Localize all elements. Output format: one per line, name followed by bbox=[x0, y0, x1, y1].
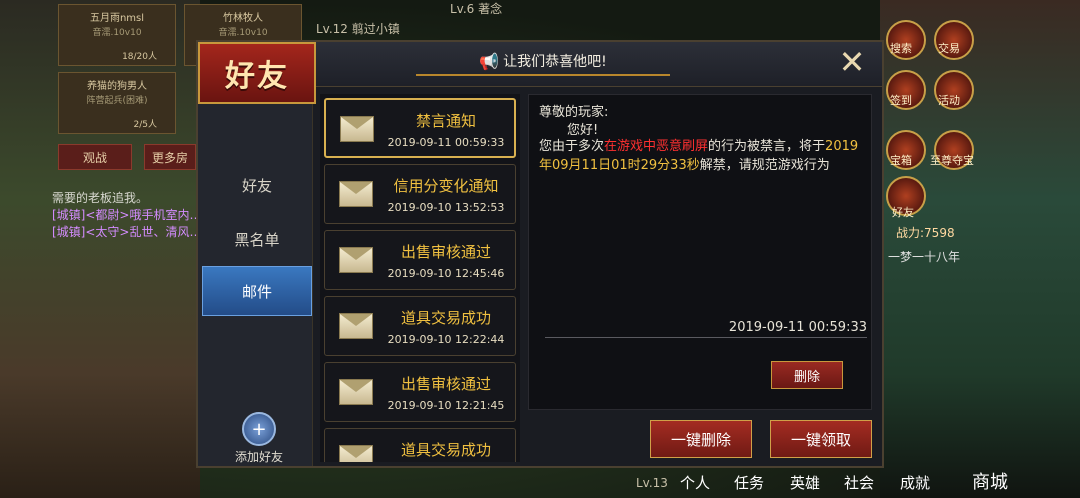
mail-date: 2019-09-10 13:52:53 bbox=[387, 201, 505, 214]
mail-title: 道具交易成功 bbox=[400, 309, 491, 327]
divider bbox=[545, 337, 867, 338]
mail-date: 2019-09-10 12:21:45 bbox=[387, 399, 505, 412]
mail-date: 2019-09-10 12:45:46 bbox=[387, 267, 505, 280]
player-name: 一梦一十八年 bbox=[888, 250, 961, 264]
chat-line: [城镇]<太守>乱世、清风… bbox=[52, 225, 202, 239]
nav-tasks[interactable]: 任务 bbox=[734, 472, 764, 493]
tab-mail[interactable]: 邮件 bbox=[202, 266, 312, 316]
mail-body-text: 的行为被禁言，将于 bbox=[708, 139, 826, 154]
right-icon-label: 活动 bbox=[938, 94, 960, 107]
player-tag: Lv.12 翦过小镇 bbox=[316, 22, 400, 36]
room-owner: 音濡.10v10 bbox=[218, 28, 268, 38]
envelope-icon bbox=[340, 116, 374, 142]
mail-dialog: 📢 让我们恭喜他吧! 好友 ✕ 好友 黑名单 邮件 + 添加好友 禁言通知 20… bbox=[196, 40, 884, 468]
mail-item[interactable]: 出售审核通过 2019-09-10 12:21:45 bbox=[324, 362, 516, 422]
tab-friends[interactable]: 好友 bbox=[202, 160, 312, 210]
delete-button[interactable]: 删除 bbox=[771, 361, 843, 389]
room-owner: 音濡.10v10 bbox=[92, 28, 142, 38]
mail-body-highlight: 在游戏中恶意刷屏 bbox=[604, 139, 709, 154]
right-icon-label: 好友 bbox=[892, 206, 914, 219]
envelope-icon bbox=[339, 313, 373, 339]
mail-title: 出售审核通过 bbox=[400, 375, 491, 393]
right-icon-label: 交易 bbox=[938, 42, 960, 55]
announcement-banner: 📢 让我们恭喜他吧! bbox=[416, 48, 670, 76]
dialog-title: 好友 bbox=[198, 42, 316, 104]
right-icon-label: 至尊夺宝 bbox=[930, 154, 974, 167]
level-text: Lv.13 bbox=[636, 476, 668, 490]
envelope-icon bbox=[339, 247, 373, 273]
nav-social[interactable]: 社会 bbox=[844, 472, 874, 493]
add-friend-label: 添加好友 bbox=[234, 450, 283, 464]
delete-all-button[interactable]: 一键删除 bbox=[650, 420, 752, 458]
nav-heroes[interactable]: 英雄 bbox=[790, 472, 820, 493]
player-tag: Lv.6 著念 bbox=[450, 2, 503, 16]
mail-body-text: 解禁，请规范游戏行为 bbox=[699, 158, 830, 173]
room-name: 养猫的狗男人 bbox=[87, 81, 147, 92]
nav-achievements[interactable]: 成就 bbox=[900, 472, 930, 493]
mail-item[interactable]: 道具交易成功 bbox=[324, 428, 516, 462]
chat-log: 需要的老板追我。 [城镇]<都尉>哦手机室内… [城镇]<太守>乱世、清风… bbox=[52, 190, 201, 241]
nav-shop[interactable]: 商城 bbox=[972, 468, 1008, 494]
tab-blacklist[interactable]: 黑名单 bbox=[202, 214, 312, 264]
room-name: 五月雨nmsl bbox=[89, 13, 145, 24]
chat-line: 需要的老板追我。 bbox=[52, 191, 149, 205]
mail-item[interactable]: 道具交易成功 2019-09-10 12:22:44 bbox=[324, 296, 516, 356]
envelope-icon bbox=[339, 445, 373, 462]
room-count: 2/5人 bbox=[133, 120, 158, 130]
chat-line: [城镇]<都尉>哦手机室内… bbox=[52, 208, 202, 222]
speaker-icon: 📢 bbox=[479, 51, 500, 71]
mail-title: 禁言通知 bbox=[415, 112, 476, 130]
mail-date: 2019-09-10 12:22:44 bbox=[387, 333, 505, 346]
mail-item[interactable]: 禁言通知 2019-09-11 00:59:33 bbox=[324, 98, 516, 158]
envelope-icon bbox=[339, 181, 373, 207]
mail-content: 尊敬的玩家: 您好! 您由于多次在游戏中恶意刷屏的行为被禁言，将于2019年09… bbox=[528, 94, 872, 410]
announcement-text: 让我们恭喜他吧! bbox=[503, 54, 607, 70]
mail-greeting: 尊敬的玩家: bbox=[539, 105, 609, 120]
room-owner: 阵营起兵(困难) bbox=[86, 96, 148, 106]
room-card[interactable]: 五月雨nmsl 音濡.10v10 18/20人 bbox=[58, 4, 176, 66]
right-icon-label: 搜索 bbox=[890, 42, 912, 55]
mail-body: 您由于多次在游戏中恶意刷屏的行为被禁言，将于2019年09月11日01时29分3… bbox=[539, 137, 865, 175]
mail-item[interactable]: 出售审核通过 2019-09-10 12:45:46 bbox=[324, 230, 516, 290]
mail-title: 信用分变化通知 bbox=[393, 177, 499, 195]
mail-title: 道具交易成功 bbox=[400, 441, 491, 459]
claim-all-button[interactable]: 一键领取 bbox=[770, 420, 872, 458]
right-icon-label: 签到 bbox=[890, 94, 912, 107]
mail-list: 禁言通知 2019-09-11 00:59:33 信用分变化通知 2019-09… bbox=[320, 94, 520, 462]
mail-item[interactable]: 信用分变化通知 2019-09-10 13:52:53 bbox=[324, 164, 516, 224]
room-name: 竹林牧人 bbox=[223, 13, 263, 24]
power-text: 战力:7598 bbox=[896, 226, 955, 240]
mail-hello: 您好! bbox=[567, 123, 599, 138]
envelope-icon bbox=[339, 379, 373, 405]
add-user-icon: + bbox=[242, 412, 276, 446]
room-count: 18/20人 bbox=[122, 52, 157, 62]
mail-date: 2019-09-11 00:59:33 bbox=[387, 136, 505, 149]
room-card[interactable]: 养猫的狗男人 阵营起兵(困难) 2/5人 bbox=[58, 72, 176, 134]
mail-body-text: 您由于多次 bbox=[539, 139, 605, 154]
mail-sent-date: 2019-09-11 00:59:33 bbox=[728, 320, 867, 335]
add-friend-button[interactable]: + 添加好友 bbox=[224, 412, 294, 465]
watch-button[interactable]: 观战 bbox=[58, 144, 132, 170]
more-rooms-button[interactable]: 更多房 bbox=[144, 144, 196, 170]
right-icon-label: 宝箱 bbox=[890, 154, 912, 167]
sidebar: 好友 黑名单 邮件 + 添加好友 bbox=[198, 104, 313, 466]
close-icon: ✕ bbox=[838, 43, 866, 81]
mail-title: 出售审核通过 bbox=[400, 243, 491, 261]
close-button[interactable]: ✕ bbox=[830, 43, 874, 81]
nav-personal[interactable]: 个人 bbox=[680, 472, 710, 493]
